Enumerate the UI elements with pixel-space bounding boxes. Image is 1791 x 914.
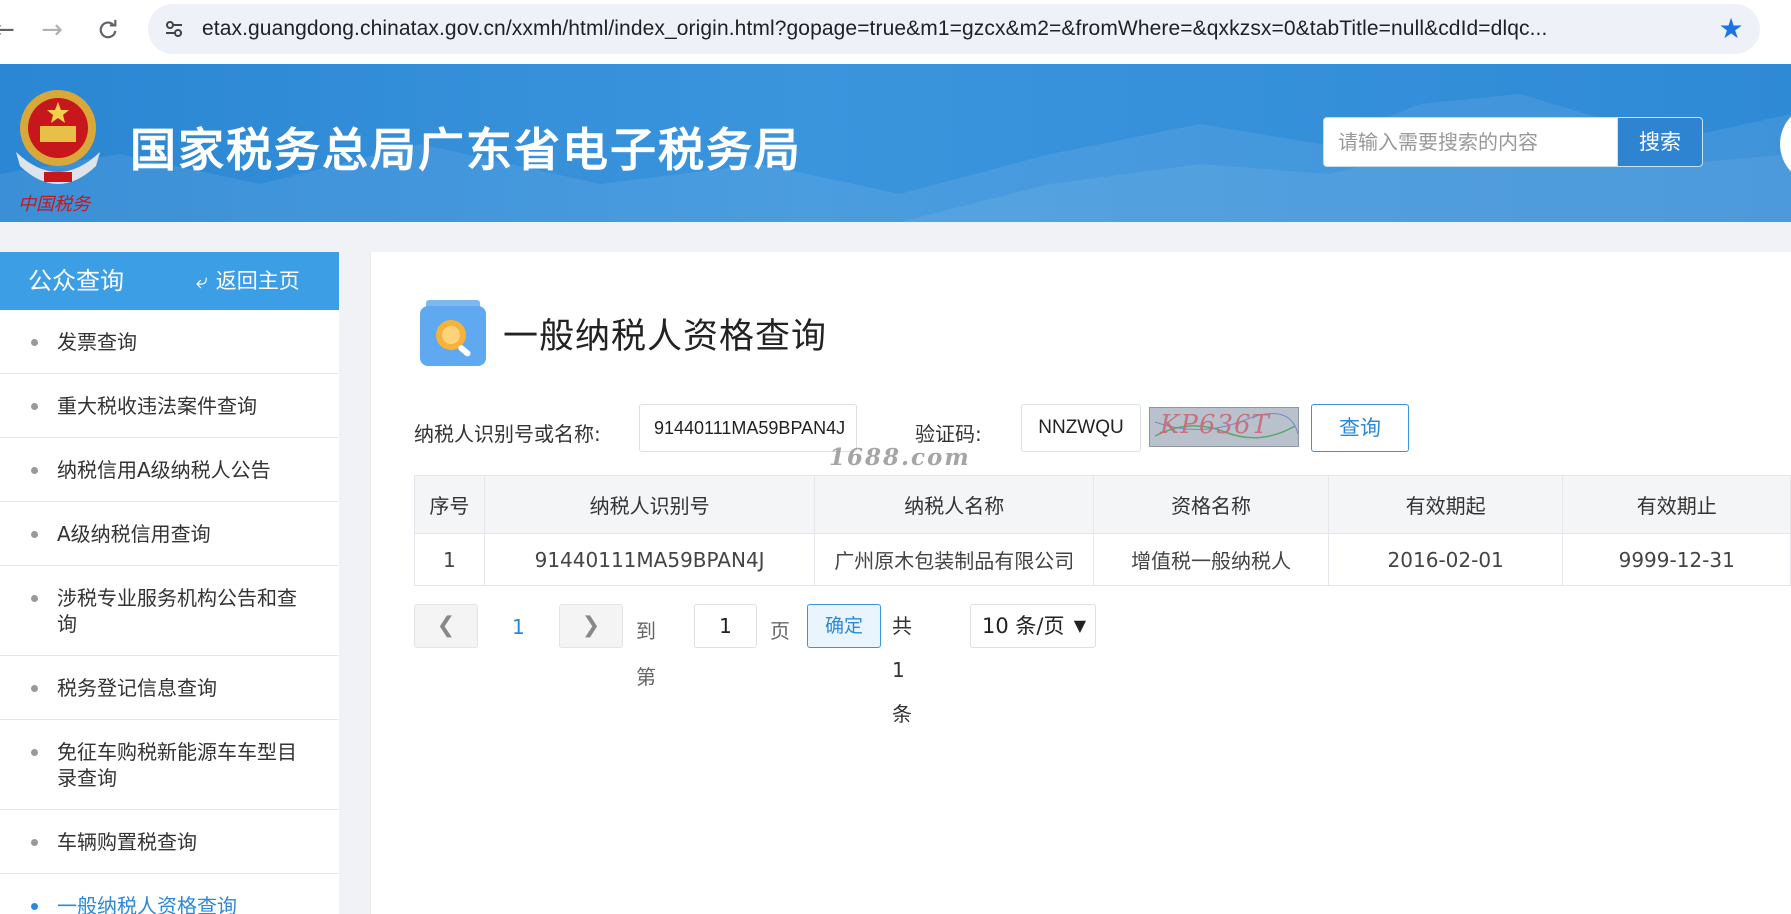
cell-qualification: 增值税一般纳税人	[1093, 533, 1329, 586]
cell-taxpayer-id: 91440111MA59BPAN4J	[483, 533, 816, 586]
national-emblem-logo: 中国税务	[6, 82, 110, 216]
total-count: 共 1 条	[892, 614, 912, 726]
chevron-right-icon: ❯	[581, 613, 601, 638]
main-panel: 一般纳税人资格查询 纳税人识别号或名称: 91440111MA59BPAN4J …	[370, 252, 1791, 914]
bullet-icon	[31, 530, 38, 538]
goto-page-input[interactable]: 1	[694, 604, 757, 648]
star-icon[interactable]: ★	[1714, 12, 1748, 46]
captcha-text: KP636T	[1160, 410, 1270, 440]
bullet-icon	[31, 595, 38, 602]
captcha-image[interactable]: KP636T	[1149, 407, 1299, 447]
sidebar-item-major-violation[interactable]: 重大税收违法案件查询	[0, 374, 339, 438]
page-size-select[interactable]: 10 条/页 ▼	[970, 604, 1096, 648]
page-number-current[interactable]: 1	[512, 604, 525, 650]
back-home-label: 返回主页	[215, 269, 300, 293]
col-header-taxpayer-name: 纳税人名称	[814, 475, 1095, 534]
bullet-icon	[31, 749, 38, 756]
taxpayer-id-input[interactable]: 91440111MA59BPAN4J	[639, 404, 857, 452]
sidebar-header: 公众查询 ⤶ 返回主页	[0, 252, 339, 310]
cell-taxpayer-name: 广州原木包装制品有限公司	[814, 533, 1095, 586]
sidebar-item-label: 涉税专业服务机构公告和查询	[57, 586, 297, 636]
back-home-link[interactable]: ⤶ 返回主页	[196, 252, 300, 310]
sidebar-item-service-agency[interactable]: 涉税专业服务机构公告和查询	[0, 566, 339, 656]
query-button[interactable]: 查询	[1311, 404, 1409, 452]
sidebar-item-label: 纳税信用A级纳税人公告	[57, 458, 271, 482]
prev-page-button[interactable]: ❮	[414, 604, 478, 648]
search-document-icon	[420, 298, 486, 366]
table-row: 1 91440111MA59BPAN4J 广州原木包装制品有限公司 增值税一般纳…	[414, 533, 1791, 586]
site-info-icon[interactable]	[160, 15, 188, 43]
goto-confirm-button[interactable]: 确定	[807, 604, 881, 648]
sidebar-item-vehicle-tax[interactable]: 车辆购置税查询	[0, 810, 339, 874]
sidebar-item-registration-info[interactable]: 税务登记信息查询	[0, 656, 339, 720]
sidebar-item-label: A级纳税信用查询	[57, 522, 211, 546]
col-header-qualification: 资格名称	[1093, 475, 1329, 534]
cell-valid-to: 9999-12-31	[1562, 533, 1791, 586]
goto-label: 到第	[636, 619, 656, 689]
back-arrow-icon: ⤶	[196, 269, 208, 293]
sidebar-item-a-level-query[interactable]: A级纳税信用查询	[0, 502, 339, 566]
sidebar-item-label: 发票查询	[57, 330, 137, 354]
cell-index: 1	[414, 533, 485, 586]
bullet-icon	[31, 838, 38, 846]
search-input[interactable]: 请输入需要搜索的内容	[1323, 117, 1617, 167]
bullet-icon	[31, 402, 38, 410]
sidebar-item-ev-catalog[interactable]: 免征车购税新能源车车型目录查询	[0, 720, 339, 810]
sidebar-item-a-level-notice[interactable]: 纳税信用A级纳税人公告	[0, 438, 339, 502]
bullet-icon	[31, 684, 38, 692]
page-unit-label: 页	[770, 619, 790, 643]
bullet-icon	[31, 466, 38, 474]
sidebar-item-label: 免征车购税新能源车车型目录查询	[57, 740, 297, 790]
result-table: 序号 纳税人识别号 纳税人名称 资格名称 有效期起 有效期止 1 9144011…	[414, 475, 1791, 586]
page-size-value: 10 条/页	[982, 614, 1065, 638]
sidebar: 公众查询 ⤶ 返回主页 发票查询 重大税收违法案件查询 纳税信用A级纳税人公告 A…	[0, 252, 339, 914]
captcha-input[interactable]: NNZWQU	[1021, 404, 1141, 452]
cell-valid-from: 2016-02-01	[1327, 533, 1564, 586]
col-header-index: 序号	[414, 475, 485, 534]
sidebar-title: 公众查询	[28, 267, 124, 295]
taxpayer-label: 纳税人识别号或名称:	[414, 422, 601, 446]
forward-arrow-icon[interactable]: →	[34, 12, 70, 48]
col-header-taxpayer-id: 纳税人识别号	[483, 475, 816, 534]
search-button[interactable]: 搜索	[1617, 117, 1703, 167]
page-title: 一般纳税人资格查询	[503, 317, 828, 357]
site-header: 中国税务 国家税务总局广东省电子税务局 请输入需要搜索的内容 搜索	[0, 64, 1791, 222]
chevron-down-icon: ▼	[1073, 616, 1086, 635]
sidebar-item-invoice-query[interactable]: 发票查询	[0, 310, 339, 374]
browser-toolbar: ← → etax.guangdong.chinatax.gov.cn/xxmh/…	[0, 0, 1791, 64]
sidebar-item-general-taxpayer[interactable]: 一般纳税人资格查询	[0, 874, 339, 914]
sidebar-item-label: 一般纳税人资格查询	[57, 894, 237, 914]
chevron-left-icon: ❮	[436, 613, 456, 638]
col-header-valid-to: 有效期止	[1562, 475, 1791, 534]
next-page-button[interactable]: ❯	[559, 604, 623, 648]
address-bar[interactable]: etax.guangdong.chinatax.gov.cn/xxmh/html…	[148, 4, 1760, 54]
table-header-row: 序号 纳税人识别号 纳税人名称 资格名称 有效期起 有效期止	[414, 475, 1791, 534]
svg-text:中国税务: 中国税务	[18, 194, 92, 215]
bullet-icon	[31, 338, 38, 346]
reload-icon[interactable]	[90, 12, 126, 48]
sidebar-item-label: 车辆购置税查询	[57, 830, 197, 854]
bullet-icon	[31, 903, 38, 910]
back-arrow-icon[interactable]: ←	[0, 12, 22, 48]
watermark: 1688.com	[829, 444, 971, 471]
col-header-valid-from: 有效期起	[1327, 475, 1564, 534]
sidebar-item-label: 税务登记信息查询	[57, 676, 217, 700]
url-text[interactable]: etax.guangdong.chinatax.gov.cn/xxmh/html…	[202, 4, 1682, 54]
site-title: 国家税务总局广东省电子税务局	[130, 123, 802, 177]
sidebar-item-label: 重大税收违法案件查询	[57, 394, 257, 418]
